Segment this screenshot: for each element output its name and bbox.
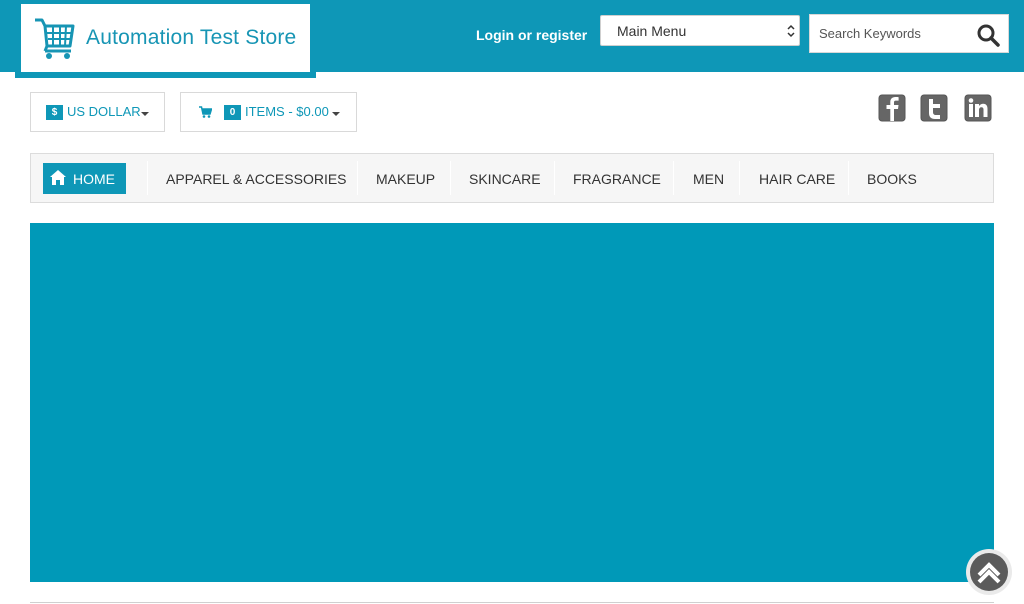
cart-count-badge: 0 — [224, 105, 241, 120]
nav-divider — [147, 161, 148, 195]
main-menu-select[interactable]: Main Menu — [600, 15, 800, 46]
main-menu-selected: Main Menu — [617, 23, 687, 39]
login-register-link[interactable]: Login or register — [476, 27, 587, 43]
category-nav: HOME APPAREL & ACCESSORIES MAKEUP SKINCA… — [30, 153, 994, 203]
scroll-top-inner — [970, 553, 1008, 591]
chevron-down-icon — [332, 112, 340, 116]
nav-item-makeup[interactable]: MAKEUP — [376, 171, 435, 187]
search-input[interactable]: Search Keywords — [809, 14, 1009, 53]
linkedin-icon[interactable] — [964, 94, 992, 122]
nav-divider — [357, 161, 358, 195]
hero-banner[interactable] — [30, 223, 994, 582]
nav-home[interactable]: HOME — [43, 163, 126, 194]
scroll-to-top-button[interactable] — [966, 549, 1012, 595]
nav-item-hair-care[interactable]: HAIR CARE — [759, 171, 835, 187]
search-icon[interactable] — [976, 23, 1000, 47]
chevron-up-icon — [977, 562, 1001, 584]
store-logo[interactable]: Automation Test Store — [20, 3, 311, 73]
currency-dropdown[interactable]: $ US DOLLAR — [30, 92, 165, 132]
nav-divider — [554, 161, 555, 195]
nav-item-skincare[interactable]: SKINCARE — [469, 171, 541, 187]
twitter-icon[interactable] — [920, 94, 948, 122]
nav-item-fragrance[interactable]: FRAGRANCE — [573, 171, 661, 187]
top-header-bar: Automation Test Store Login or register … — [0, 0, 1024, 78]
logo-frame: Automation Test Store — [15, 0, 316, 78]
nav-divider — [673, 161, 674, 195]
currency-label: US DOLLAR — [67, 104, 141, 119]
nav-item-apparel[interactable]: APPAREL & ACCESSORIES — [166, 171, 347, 187]
currency-symbol-badge: $ — [46, 105, 63, 120]
shopping-cart-icon — [199, 106, 212, 118]
nav-divider — [450, 161, 451, 195]
home-icon — [50, 170, 66, 185]
chevron-down-icon — [141, 112, 149, 116]
nav-item-books[interactable]: BOOKS — [867, 171, 917, 187]
cart-dropdown[interactable]: 0 ITEMS - $0.00 — [180, 92, 357, 132]
logo-text: Automation Test Store — [86, 26, 297, 49]
nav-item-men[interactable]: MEN — [693, 171, 724, 187]
section-divider — [30, 602, 994, 603]
cart-summary-label: ITEMS - $0.00 — [245, 104, 329, 119]
search-placeholder: Search Keywords — [819, 26, 921, 41]
nav-divider — [848, 161, 849, 195]
select-arrows-icon — [787, 24, 795, 38]
facebook-icon[interactable] — [878, 94, 906, 122]
nav-divider — [739, 161, 740, 195]
cart-logo-icon — [35, 18, 75, 59]
nav-home-label: HOME — [73, 171, 115, 187]
